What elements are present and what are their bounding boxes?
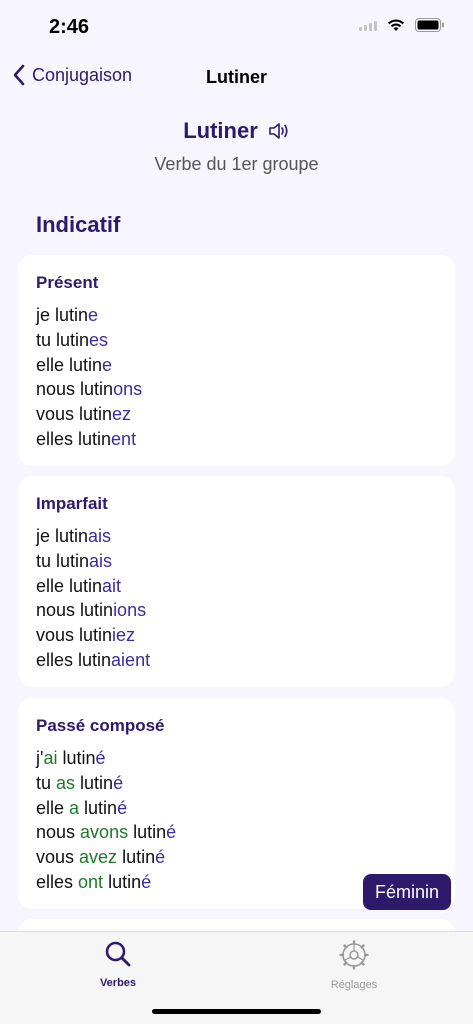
verb-stem: je lutin [36, 526, 89, 546]
conjugation-list: je lutinais tu lutinais elle lutinait nous … [36, 524, 437, 673]
conjugation-row: nous lutinions [36, 598, 437, 623]
mood-title: Indicatif [36, 212, 121, 237]
conjugation-row: vous lutiniez [36, 623, 437, 648]
tab-reglages-label: Réglages [330, 979, 378, 991]
tense-title: Passé composé [36, 716, 165, 735]
verb-header: Lutiner Verbe du 1er groupe [0, 118, 473, 175]
verb-stem: lutin [57, 748, 96, 768]
verb-stem: nous lutin [36, 379, 114, 400]
conjugation-row: elle a lutiné [36, 796, 437, 821]
verb-ending: ait [102, 575, 122, 596]
verb-ending: e [88, 305, 99, 325]
verb-stem: tu lutin [36, 329, 90, 350]
verb-ending: ions [113, 600, 147, 621]
wifi-icon [388, 19, 404, 31]
verb-stem: lutin [79, 797, 118, 818]
verb-stem: vous lutin [36, 404, 113, 425]
conjugation-list: je lutine tu lutines elle lutine nous lutin… [36, 303, 437, 452]
status-icons [359, 18, 445, 32]
verb-ending: é [155, 847, 166, 868]
verb-stem: nous lutin [36, 600, 114, 621]
verb-stem: vous [36, 847, 80, 868]
auxiliary-verb: ont [78, 871, 104, 892]
verb-stem: lutin [117, 847, 156, 868]
verb-stem: tu lutin [36, 550, 90, 571]
verb-stem: lutin [103, 871, 142, 892]
tense-card-imparfait: Imparfait je lutinais tu lutinais elle lut… [18, 476, 455, 687]
conjugation-row: elle lutinait [36, 574, 437, 599]
tense-title: Présent [36, 273, 99, 292]
verb-ending: es [89, 329, 109, 350]
auxiliary-verb: a [69, 797, 80, 818]
tab-verbes-label: Verbes [99, 977, 137, 989]
conjugation-row: elle lutine [36, 353, 437, 378]
verb-ending: iez [112, 625, 136, 646]
verb-stem: nous [36, 822, 81, 843]
verb-stem: elle lutin [36, 354, 103, 375]
auxiliary-verb: ai [43, 748, 58, 768]
conjugation-row: je lutine [36, 303, 437, 328]
verb-ending: ent [111, 428, 137, 449]
verb-stem: vous lutin [36, 625, 113, 646]
verb-ending: é [95, 748, 106, 768]
conjugation-row: tu lutines [36, 328, 437, 353]
auxiliary-verb: as [56, 772, 76, 793]
verb-title: Lutiner [183, 118, 258, 143]
home-indicator [152, 1009, 321, 1014]
verb-stem: lutin [128, 822, 167, 843]
search-icon [105, 941, 131, 967]
conjugation-row: j'ai lutiné [36, 746, 437, 771]
verb-ending: é [113, 772, 124, 793]
verb-ending: é [117, 797, 128, 818]
auxiliary-verb: avons [80, 822, 129, 843]
verb-ending: ez [112, 404, 132, 425]
conjugation-row: vous lutinez [36, 402, 437, 427]
conjugation-list: j'ai lutiné tu as lutiné elle a lutiné nous… [36, 746, 437, 895]
verb-stem: tu [36, 772, 57, 793]
speaker-icon[interactable] [268, 121, 290, 141]
verb-ending: é [166, 822, 177, 843]
verb-stem: elle [36, 797, 70, 818]
verb-title-row: Lutiner [183, 118, 290, 144]
verb-stem: lutin [75, 772, 114, 793]
tab-reglages[interactable]: Réglages [294, 940, 414, 991]
conjugation-row: elles lutinent [36, 427, 437, 452]
verb-stem: elle lutin [36, 575, 103, 596]
auxiliary-verb: avez [79, 847, 118, 868]
verb-stem: elles lutin [36, 649, 112, 670]
signal-icon [359, 19, 377, 31]
verb-ending: aient [111, 649, 151, 670]
verb-ending: ons [113, 379, 143, 400]
conjugation-row: nous avons lutiné [36, 820, 437, 845]
navigation-bar: Conjugaison Lutiner [0, 56, 473, 100]
conjugation-row: tu lutinais [36, 549, 437, 574]
tense-title: Imparfait [36, 494, 108, 513]
conjugation-row: tu as lutiné [36, 771, 437, 796]
verb-stem: elles lutin [36, 428, 112, 449]
gear-icon [339, 940, 369, 970]
status-time: 2:46 [49, 16, 90, 38]
feminin-button[interactable]: Féminin [363, 874, 451, 910]
tense-card-present: Présent je lutine tu lutines elle lutine no… [18, 255, 455, 466]
verb-ending: e [102, 354, 113, 375]
tab-verbes[interactable]: Verbes [58, 940, 178, 989]
verb-stem: elles [36, 871, 79, 892]
conjugation-row: nous lutinons [36, 377, 437, 402]
conjugation-row: vous avez lutiné [36, 845, 437, 870]
nav-title: Lutiner [206, 67, 267, 87]
verb-ending: ais [89, 550, 113, 571]
battery-icon [415, 18, 444, 32]
verb-stem: je lutin [36, 305, 89, 325]
verb-ending: ais [88, 526, 112, 546]
verb-group: Verbe du 1er groupe [154, 154, 319, 174]
verb-ending: é [141, 871, 152, 892]
status-bar: 2:46 [0, 0, 473, 54]
conjugation-row: je lutinais [36, 524, 437, 549]
conjugation-row: elles lutinaient [36, 648, 437, 673]
